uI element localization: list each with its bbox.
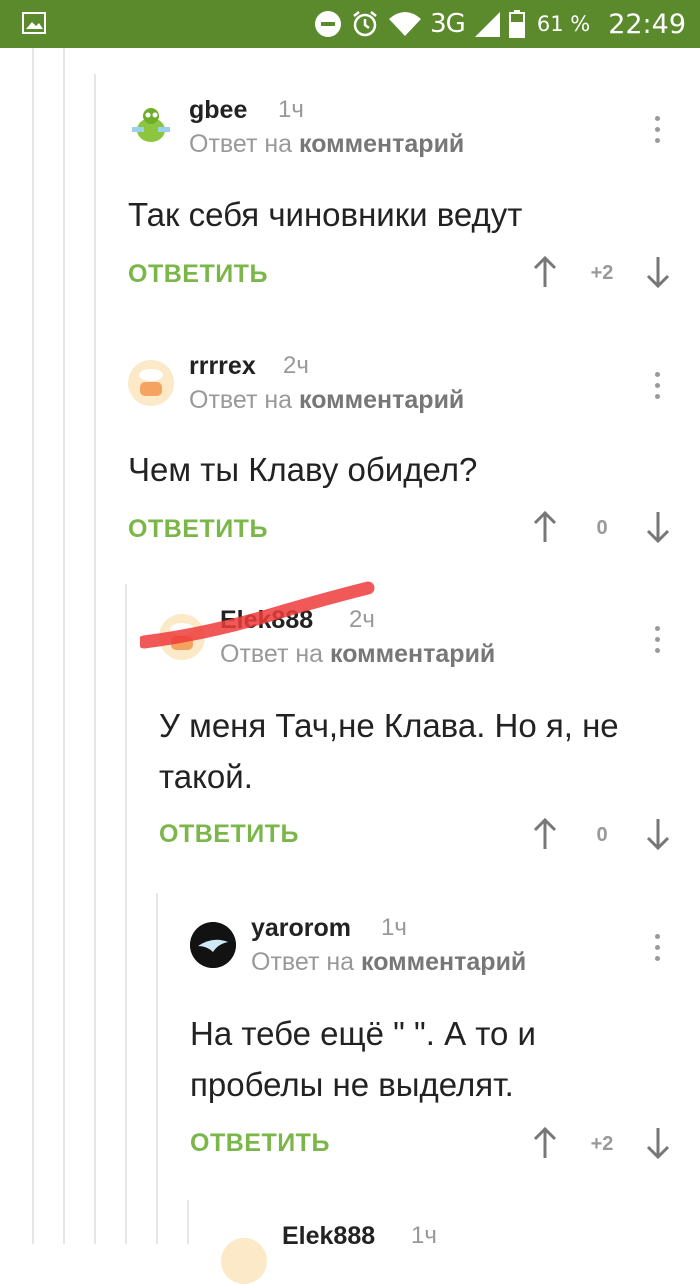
upvote-arrow-icon[interactable] xyxy=(532,256,558,288)
comment-time: 1ч xyxy=(381,914,407,941)
username[interactable]: Elek888 xyxy=(282,1222,375,1251)
reply-button[interactable]: ОТВЕТИТЬ xyxy=(128,260,268,289)
red-scribble-annotation xyxy=(140,581,375,649)
upvote-arrow-icon[interactable] xyxy=(532,511,558,543)
thread-line xyxy=(94,74,96,1244)
parent-comment-link[interactable]: комментарий xyxy=(361,948,526,976)
comment: yarorom 1ч Ответ на комментарий На тебе … xyxy=(190,914,700,1172)
downvote-arrow-icon[interactable] xyxy=(645,256,671,288)
thread-line xyxy=(156,893,158,1244)
thread-line xyxy=(187,1200,189,1244)
more-options-icon[interactable] xyxy=(654,116,662,146)
comment-text: Так себя чиновники ведут xyxy=(128,196,523,233)
user-avatar[interactable] xyxy=(221,1238,267,1284)
status-bar: 3G 61 % 22:49 xyxy=(0,0,700,48)
comment: gbee 1ч Ответ на комментарий Так себя чи… xyxy=(128,96,700,304)
upvote-arrow-icon[interactable] xyxy=(532,818,558,850)
comment: Elek888 1ч xyxy=(221,1222,700,1284)
username[interactable]: rrrrex xyxy=(189,352,256,381)
comment-text: На тебе ещё " ". А то и пробелы не выдел… xyxy=(190,1015,536,1103)
downvote-arrow-icon[interactable] xyxy=(645,1127,671,1159)
thread-line xyxy=(32,48,34,1244)
parent-comment-link[interactable]: комментарий xyxy=(299,130,464,158)
downvote-arrow-icon[interactable] xyxy=(645,511,671,543)
reply-button[interactable]: ОТВЕТИТЬ xyxy=(190,1129,330,1158)
reply-meta: Ответ на комментарий xyxy=(189,130,465,158)
reply-button[interactable]: ОТВЕТИТЬ xyxy=(159,820,299,849)
vote-count: 0 xyxy=(596,517,608,539)
gallery-notification-icon xyxy=(22,12,46,34)
alarm-icon xyxy=(353,11,377,37)
username[interactable]: gbee xyxy=(189,96,247,125)
wifi-icon xyxy=(389,12,422,36)
thread-line xyxy=(63,48,65,1244)
reply-button[interactable]: ОТВЕТИТЬ xyxy=(128,515,268,544)
reply-meta: Ответ на комментарий xyxy=(251,948,527,976)
downvote-arrow-icon[interactable] xyxy=(645,818,671,850)
network-type: 3G xyxy=(430,9,466,39)
clock: 22:49 xyxy=(608,8,686,40)
comment-text: У меня Тач,не Клава. Но я, не такой. xyxy=(159,707,619,795)
user-avatar[interactable] xyxy=(128,104,174,150)
comment-time: 1ч xyxy=(278,96,304,123)
do-not-disturb-icon xyxy=(315,11,342,37)
battery-icon xyxy=(508,10,525,38)
upvote-arrow-icon[interactable] xyxy=(532,1127,558,1159)
signal-icon xyxy=(474,12,500,37)
comment-text: Чем ты Клаву обидел? xyxy=(128,451,478,488)
parent-comment-link[interactable]: комментарий xyxy=(299,386,464,414)
username[interactable]: yarorom xyxy=(251,914,351,943)
more-options-icon[interactable] xyxy=(654,372,662,402)
comment-time: 1ч xyxy=(411,1222,437,1249)
thread-line xyxy=(125,584,127,1244)
vote-count: +2 xyxy=(590,1133,614,1155)
vote-count: +2 xyxy=(590,262,614,284)
reply-meta: Ответ на комментарий xyxy=(189,386,465,414)
vote-count: 0 xyxy=(596,824,608,846)
more-options-icon[interactable] xyxy=(654,934,662,964)
comment: rrrrex 2ч Ответ на комментарий Чем ты Кл… xyxy=(128,352,700,560)
user-avatar[interactable] xyxy=(190,922,236,968)
battery-percent: 61 % xyxy=(536,12,591,36)
more-options-icon[interactable] xyxy=(654,626,662,656)
comment-time: 2ч xyxy=(283,352,309,379)
user-avatar[interactable] xyxy=(128,360,174,406)
